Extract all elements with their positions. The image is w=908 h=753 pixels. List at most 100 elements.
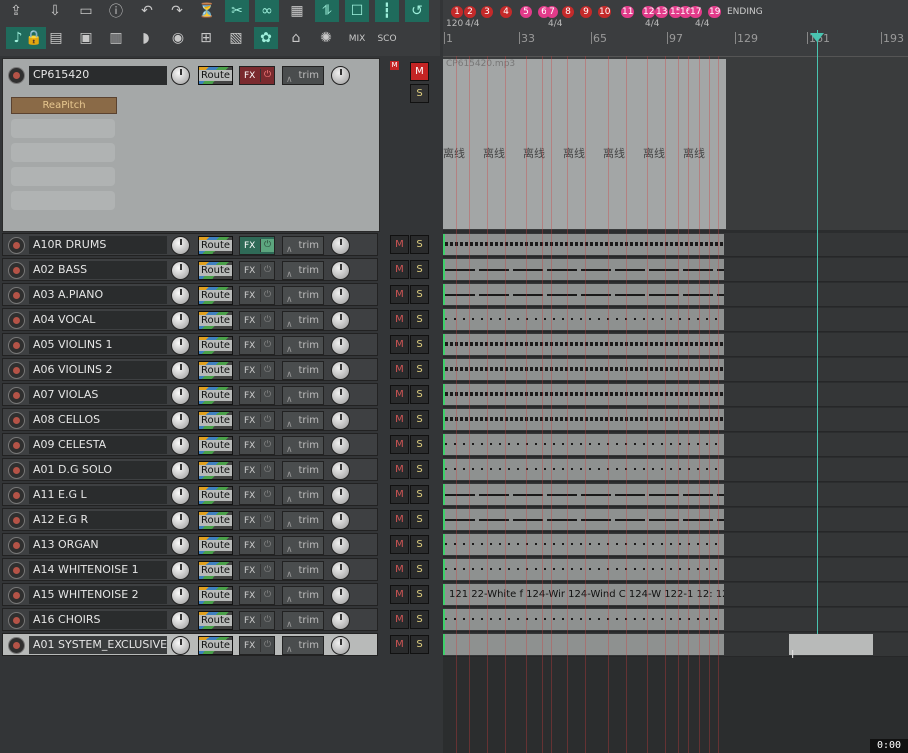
solo-button[interactable]: S <box>410 360 429 379</box>
power-icon[interactable]: ⏻ <box>260 464 274 477</box>
master-solo-button[interactable]: S <box>410 84 429 103</box>
route-button[interactable]: Route <box>198 461 233 480</box>
midi-item[interactable] <box>443 284 724 305</box>
selected-empty-item[interactable] <box>789 634 873 655</box>
region-marker[interactable]: 5 <box>520 6 532 18</box>
record-arm-button[interactable] <box>8 562 25 579</box>
fx-button[interactable]: FX ⏻ <box>239 561 275 580</box>
trim-button[interactable]: ∧ trim <box>282 261 324 280</box>
region-marker[interactable]: 2 <box>464 6 476 18</box>
power-icon[interactable]: ⏻ <box>260 264 274 277</box>
new-project-icon[interactable]: ⇪ <box>4 0 28 22</box>
info-icon[interactable]: ⓘ <box>104 0 128 22</box>
fx-button[interactable]: FX ⏻ <box>239 411 275 430</box>
track-row[interactable]: A01 SYSTEM_EXCLUSIVE Route FX ⏻ ∧ trim <box>2 633 378 656</box>
ripple-icon[interactable]: ⥮ <box>315 0 339 22</box>
mute-button[interactable]: M <box>390 560 409 579</box>
fx-button[interactable]: FX ⏻ <box>239 236 275 255</box>
pan-knob[interactable] <box>331 611 350 630</box>
solo-button[interactable]: S <box>410 585 429 604</box>
midi-item[interactable] <box>443 309 724 330</box>
pan-knob[interactable] <box>331 636 350 655</box>
solo-button[interactable]: S <box>410 510 429 529</box>
track-name[interactable]: A01 SYSTEM_EXCLUSIVE <box>29 636 167 654</box>
region-marker[interactable]: 12 <box>642 6 656 18</box>
record-arm-button[interactable] <box>8 237 25 254</box>
fx-button[interactable]: FX ⏻ <box>239 486 275 505</box>
mute-button[interactable]: M <box>390 235 409 254</box>
record-arm-button[interactable] <box>8 387 25 404</box>
power-icon[interactable]: ⏻ <box>260 239 274 252</box>
midi-item[interactable] <box>443 634 724 655</box>
mute-button[interactable]: M <box>390 260 409 279</box>
solo-button[interactable]: S <box>410 535 429 554</box>
mix-button[interactable]: MIX <box>345 28 369 50</box>
power-icon[interactable]: ⏻ <box>260 489 274 502</box>
duck-icon[interactable]: ◗ <box>134 27 158 49</box>
volume-knob[interactable] <box>171 236 190 255</box>
track-name[interactable]: A15 WHITENOISE 2 <box>29 586 167 604</box>
midi-item[interactable] <box>443 434 724 455</box>
solo-button[interactable]: S <box>410 260 429 279</box>
power-icon[interactable]: ⏻ <box>260 589 274 602</box>
save-project-icon[interactable]: ▭ <box>74 0 98 22</box>
time-display[interactable]: 0:00 <box>870 739 908 753</box>
solo-button[interactable]: S <box>410 410 429 429</box>
mute-button[interactable]: M <box>390 635 409 654</box>
region-marker[interactable]: 8 <box>562 6 574 18</box>
master-mute-button[interactable]: M <box>410 62 429 81</box>
pan-knob[interactable] <box>331 261 350 280</box>
pan-knob[interactable] <box>331 586 350 605</box>
region-marker[interactable]: 9 <box>580 6 592 18</box>
pan-knob[interactable] <box>331 486 350 505</box>
mute-button[interactable]: M <box>390 535 409 554</box>
solo-button[interactable]: S <box>410 310 429 329</box>
route-button[interactable]: Route <box>198 511 233 530</box>
time-signature[interactable]: 4/4 <box>695 19 709 29</box>
volume-knob[interactable] <box>171 411 190 430</box>
solo-button[interactable]: S <box>410 610 429 629</box>
volume-knob[interactable] <box>171 561 190 580</box>
track-row[interactable]: A06 VIOLINS 2 Route FX ⏻ ∧ trim <box>2 358 378 381</box>
record-arm-button[interactable] <box>8 462 25 479</box>
midi-item[interactable] <box>443 534 724 555</box>
route-button[interactable]: Route <box>198 611 233 630</box>
solo-button[interactable]: S <box>410 285 429 304</box>
trim-button[interactable]: ∧ trim <box>282 411 324 430</box>
mute-button[interactable]: M <box>390 285 409 304</box>
mute-button[interactable]: M <box>390 485 409 504</box>
trim-button[interactable]: ∧ trim <box>282 611 324 630</box>
midi-item[interactable] <box>443 559 724 580</box>
track-name[interactable]: A06 VIOLINS 2 <box>29 361 167 379</box>
open-project-icon[interactable]: ⇩ <box>43 0 67 22</box>
midi-item[interactable] <box>443 234 724 255</box>
track-row[interactable]: A11 E.G L Route FX ⏻ ∧ trim <box>2 483 378 506</box>
mute-button[interactable]: M <box>390 335 409 354</box>
trim-button[interactable]: ∧ trim <box>282 361 324 380</box>
volume-knob[interactable] <box>171 461 190 480</box>
route-button[interactable]: Route <box>198 311 233 330</box>
midi-item[interactable] <box>443 334 724 355</box>
volume-knob[interactable] <box>171 261 190 280</box>
track-name[interactable]: A14 WHITENOISE 1 <box>29 561 167 579</box>
midi-item[interactable] <box>443 609 724 630</box>
track-row[interactable]: A01 D.G SOLO Route FX ⏻ ∧ trim <box>2 458 378 481</box>
mute-button[interactable]: M <box>390 435 409 454</box>
lock-icon[interactable]: 🔒 <box>22 27 46 49</box>
pan-knob[interactable] <box>331 511 350 530</box>
record-arm-button[interactable] <box>8 362 25 379</box>
mute-button[interactable]: M <box>390 610 409 629</box>
fx-button[interactable]: FX ⏻ <box>239 261 275 280</box>
pan-knob[interactable] <box>331 361 350 380</box>
fx-button[interactable]: FX ⏻ <box>239 286 275 305</box>
mixer-icon[interactable]: ▣ <box>74 27 98 49</box>
fx-button[interactable]: FX ⏻ <box>239 611 275 630</box>
power-icon[interactable]: ⏻ <box>260 564 274 577</box>
track-name[interactable]: A02 BASS <box>29 261 167 279</box>
track-row[interactable]: A08 CELLOS Route FX ⏻ ∧ trim <box>2 408 378 431</box>
timeline-ruler[interactable]: 1 2 3 4 5 6 7 8 9 10 11 12 13 15 16 17 19 ENDING 120 4/4 4/4… <box>443 0 908 57</box>
mute-button[interactable]: M <box>390 385 409 404</box>
trim-button[interactable]: ∧ trim <box>282 461 324 480</box>
volume-knob[interactable] <box>171 336 190 355</box>
solo-button[interactable]: S <box>410 460 429 479</box>
